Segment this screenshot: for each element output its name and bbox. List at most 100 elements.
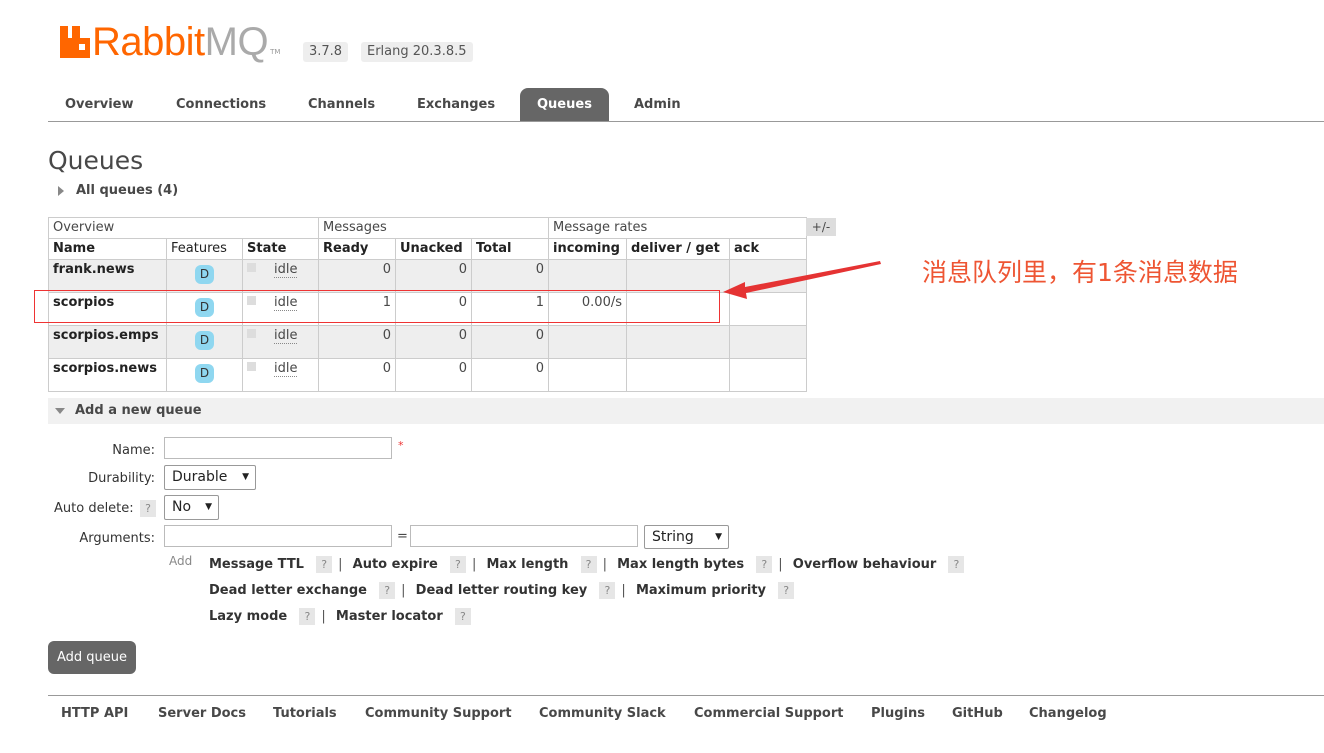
- auto-delete-help-icon[interactable]: ?: [140, 500, 156, 517]
- tab-exchanges[interactable]: Exchanges: [400, 88, 512, 121]
- state-indicator-icon: [247, 362, 256, 371]
- col-state[interactable]: State: [242, 238, 319, 260]
- queue-state: idle: [274, 361, 298, 377]
- footer-link-server-docs[interactable]: Server Docs: [158, 706, 246, 721]
- help-icon[interactable]: ?: [580, 556, 597, 573]
- separator: |: [471, 557, 477, 572]
- queue-name-input[interactable]: [164, 437, 392, 459]
- queue-name-link[interactable]: frank.news: [48, 259, 167, 293]
- table-row[interactable]: frank.news D idle 0 0 0: [48, 259, 807, 293]
- required-mark: *: [398, 439, 404, 452]
- arg-message-ttl[interactable]: Message TTL: [209, 557, 304, 572]
- main-tabs: Overview Connections Channels Exchanges …: [48, 88, 1324, 122]
- add-queue-section-header[interactable]: Add a new queue: [48, 398, 1324, 424]
- footer-link-tutorials[interactable]: Tutorials: [273, 706, 337, 721]
- help-icon[interactable]: ?: [778, 582, 795, 599]
- table-row[interactable]: scorpios.emps D idle 0 0 0: [48, 325, 807, 359]
- arg-master-locator[interactable]: Master locator: [336, 609, 443, 624]
- col-incoming[interactable]: incoming: [548, 238, 627, 260]
- state-indicator-icon: [247, 329, 256, 338]
- ack-rate: [729, 325, 807, 359]
- incoming-rate: [548, 259, 627, 293]
- arg-max-length[interactable]: Max length: [487, 557, 569, 572]
- arg-overflow-behaviour[interactable]: Overflow behaviour: [793, 557, 937, 572]
- expand-arrow-icon: [58, 185, 64, 196]
- arg-lazy-mode[interactable]: Lazy mode: [209, 609, 287, 624]
- tab-admin[interactable]: Admin: [617, 88, 698, 121]
- logo-trademark: TM: [270, 48, 281, 56]
- annotation-arrow-icon: [723, 261, 881, 299]
- footer-link-changelog[interactable]: Changelog: [1029, 706, 1107, 721]
- dropdown-arrow-icon: ▼: [715, 532, 722, 542]
- col-ready[interactable]: Ready: [318, 238, 396, 260]
- footer: HTTP API Server Docs Tutorials Community…: [48, 695, 1324, 736]
- footer-link-community-support[interactable]: Community Support: [365, 706, 512, 721]
- total-count: 0: [471, 325, 549, 359]
- auto-delete-select[interactable]: No ▼: [164, 495, 219, 520]
- total-count: 0: [471, 358, 549, 392]
- deliver-rate: [626, 358, 730, 392]
- help-icon[interactable]: ?: [299, 608, 316, 625]
- argument-value-input[interactable]: [410, 525, 638, 547]
- total-count: 0: [471, 259, 549, 293]
- arg-dead-letter-routing-key[interactable]: Dead letter routing key: [416, 583, 588, 598]
- help-icon[interactable]: ?: [379, 582, 396, 599]
- equals-sign: =: [397, 529, 408, 544]
- auto-delete-label: Auto delete:: [54, 501, 134, 516]
- rabbitmq-logo[interactable]: RabbitMQ TM: [60, 22, 280, 62]
- help-icon[interactable]: ?: [454, 608, 471, 625]
- footer-link-http-api[interactable]: HTTP API: [61, 706, 128, 721]
- help-icon[interactable]: ?: [449, 556, 466, 573]
- queue-name-link[interactable]: scorpios.emps: [48, 325, 167, 359]
- add-queue-button[interactable]: Add queue: [48, 641, 136, 674]
- highlight-box: [34, 290, 720, 323]
- tab-connections[interactable]: Connections: [159, 88, 283, 121]
- erlang-version-badge: Erlang 20.3.8.5: [361, 42, 473, 62]
- add-argument-link[interactable]: Add: [169, 554, 192, 568]
- separator: |: [602, 557, 607, 572]
- dropdown-arrow-icon: ▼: [242, 472, 249, 482]
- arg-auto-expire[interactable]: Auto expire: [353, 557, 438, 572]
- name-label: Name:: [112, 443, 155, 458]
- rabbit-logo-icon: [60, 26, 90, 58]
- col-features: Features: [166, 238, 243, 260]
- arguments-label: Arguments:: [79, 531, 155, 546]
- page-title: Queues: [48, 146, 144, 175]
- ready-count: 0: [318, 358, 396, 392]
- all-queues-label: All queues (4): [76, 183, 179, 198]
- argument-type-value: String: [652, 529, 694, 545]
- table-row[interactable]: scorpios.news D idle 0 0 0: [48, 358, 807, 392]
- all-queues-toggle[interactable]: All queues (4): [58, 183, 178, 198]
- queue-name-link[interactable]: scorpios.news: [48, 358, 167, 392]
- footer-link-commercial-support[interactable]: Commercial Support: [694, 706, 844, 721]
- durable-feature-badge: D: [195, 265, 214, 284]
- help-icon[interactable]: ?: [316, 556, 333, 573]
- separator: |: [321, 609, 326, 624]
- help-icon[interactable]: ?: [756, 556, 773, 573]
- column-toggle-button[interactable]: +/-: [806, 218, 836, 236]
- footer-link-community-slack[interactable]: Community Slack: [539, 706, 666, 721]
- col-total[interactable]: Total: [471, 238, 549, 260]
- help-icon[interactable]: ?: [599, 582, 616, 599]
- arg-maximum-priority[interactable]: Maximum priority: [636, 583, 766, 598]
- collapse-arrow-icon: [55, 408, 65, 414]
- logo-wordmark: RabbitMQ: [92, 20, 269, 64]
- durability-select[interactable]: Durable ▼: [164, 465, 256, 490]
- incoming-rate: [548, 325, 627, 359]
- tab-channels[interactable]: Channels: [291, 88, 392, 121]
- col-unacked[interactable]: Unacked: [395, 238, 472, 260]
- group-header-message-rates: Message rates: [548, 217, 807, 239]
- group-header-messages: Messages: [318, 217, 549, 239]
- argument-key-input[interactable]: [164, 525, 392, 547]
- argument-type-select[interactable]: String ▼: [644, 525, 729, 549]
- arg-max-length-bytes[interactable]: Max length bytes: [617, 557, 744, 572]
- footer-link-github[interactable]: GitHub: [952, 706, 1003, 721]
- tab-overview[interactable]: Overview: [48, 88, 151, 121]
- separator: |: [338, 557, 343, 572]
- footer-link-plugins[interactable]: Plugins: [871, 706, 925, 721]
- ready-count: 0: [318, 259, 396, 293]
- tab-queues[interactable]: Queues: [520, 88, 609, 121]
- arg-dead-letter-exchange[interactable]: Dead letter exchange: [209, 583, 367, 598]
- help-icon[interactable]: ?: [948, 556, 965, 573]
- col-name[interactable]: Name: [48, 238, 167, 260]
